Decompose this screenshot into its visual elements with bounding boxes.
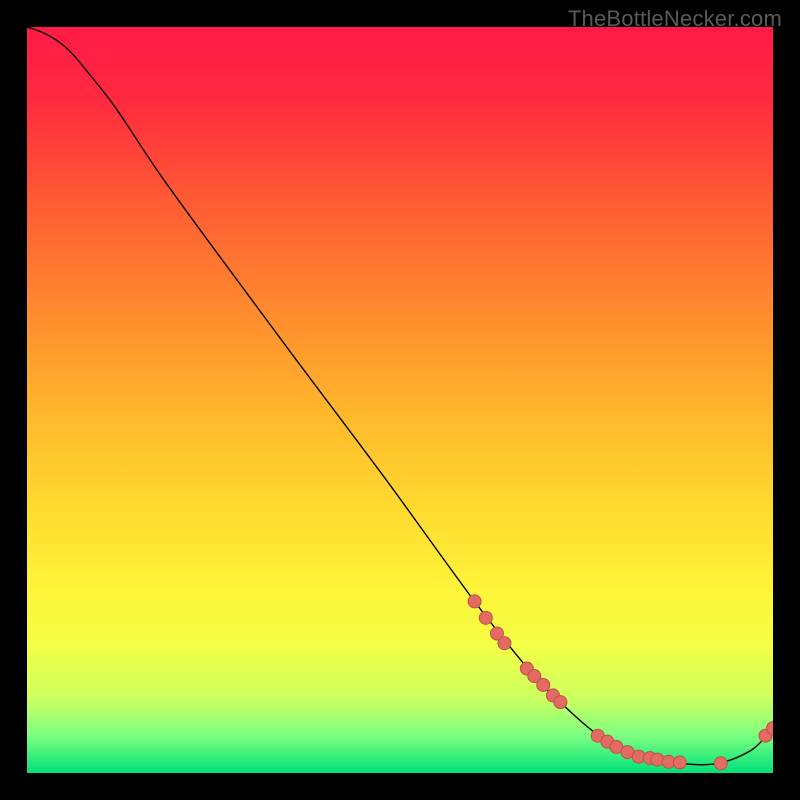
gradient-background <box>27 27 773 773</box>
chart-stage: TheBottleNecker.com <box>0 0 800 800</box>
highlight-point <box>537 678 550 691</box>
highlight-point <box>468 595 481 608</box>
plot-area <box>27 27 773 773</box>
highlight-point <box>479 611 492 624</box>
highlight-point <box>498 637 511 650</box>
highlight-point <box>714 757 727 770</box>
highlight-point <box>554 696 567 709</box>
chart-svg <box>27 27 773 773</box>
highlight-point <box>673 756 686 769</box>
highlight-point <box>651 753 664 766</box>
